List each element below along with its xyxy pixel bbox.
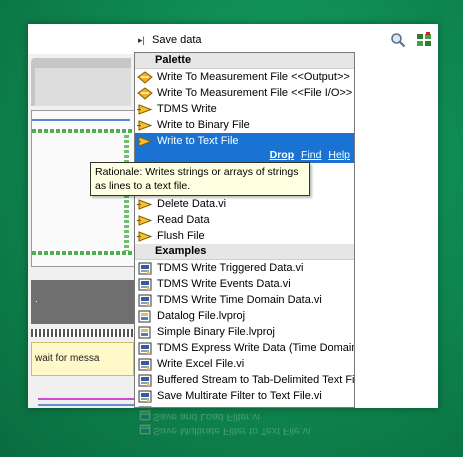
diagram-structure (31, 58, 131, 106)
list-item[interactable]: Read Data (135, 212, 354, 228)
list-item-label: Simple Binary File.lvproj (157, 326, 275, 338)
list-item[interactable]: Save Multirate Filter to Text File.vi (135, 388, 354, 404)
search-icon[interactable] (390, 32, 406, 48)
list-item[interactable]: Delete Data.vi (135, 196, 354, 212)
list-item[interactable]: Datalog File.lvproj (135, 308, 354, 324)
example-vi-icon (137, 410, 152, 423)
list-item-label: Datalog File.lvproj (157, 310, 246, 322)
dropdown-arrow-icon[interactable]: ▸| (138, 35, 150, 46)
diagram-comment: wait for messa (31, 342, 134, 376)
project-icon (137, 310, 153, 323)
list-item-label: Save and Load Filter.vi (157, 404, 269, 407)
list-item-label: TDMS Write (157, 103, 217, 115)
list-item[interactable]: TDMS Write (135, 101, 354, 117)
examples-list: TDMS Write Triggered Data.vi TDMS Write E… (135, 260, 354, 407)
list-item-label: Delete Data.vi (157, 198, 227, 210)
list-item[interactable]: TDMS Write Events Data.vi (135, 276, 354, 292)
palette-list: Write To Measurement File <<Output>> Writ… (135, 69, 354, 149)
vi-icon (137, 135, 153, 148)
search-input[interactable] (152, 34, 352, 46)
drop-link[interactable]: Drop (270, 149, 295, 161)
diagram-wire (38, 404, 134, 406)
vi-icon (137, 230, 153, 243)
express-vi-icon (137, 86, 153, 100)
list-item[interactable]: Simple Binary File.lvproj (135, 324, 354, 340)
help-link[interactable]: Help (328, 149, 350, 161)
list-item[interactable]: Write To Measurement File <<Output>> (135, 69, 354, 85)
diagram-wire (32, 251, 132, 255)
list-item-label: Write to Binary File (157, 119, 250, 131)
window-reflection: Save and Load Filter.vi Save Multirate Fi… (134, 410, 357, 457)
reflection-label: Save and Load Filter.vi (153, 411, 260, 423)
block-diagram-background: . wait for messa (28, 54, 134, 408)
example-vi-icon (137, 278, 153, 291)
diagram-wire (32, 119, 130, 121)
list-item-label: Write To Measurement File <<Output>> (157, 71, 350, 83)
diagram-wire (32, 129, 132, 133)
list-item-label: Write to Text File (157, 135, 239, 147)
section-header-palette: Palette (135, 53, 354, 69)
vi-icon (137, 119, 153, 132)
example-vi-icon (137, 262, 153, 275)
list-item-label: Save Multirate Filter to Text File.vi (157, 390, 322, 402)
example-vi-icon (137, 294, 153, 307)
diagram-dark-block: . (31, 280, 134, 324)
diagram-wire (38, 398, 134, 400)
list-item[interactable]: TDMS Write Time Domain Data.vi (135, 292, 354, 308)
rationale-tooltip: Rationale: Writes strings or arrays of s… (90, 162, 310, 196)
list-item[interactable]: Write Excel File.vi (135, 356, 354, 372)
project-icon (137, 326, 153, 339)
list-item-label: Write To Measurement File <<File I/O>> (157, 87, 353, 99)
list-item[interactable]: Save and Load Filter.vi (135, 404, 354, 407)
vi-icon (137, 103, 153, 116)
vi-icon (137, 214, 153, 227)
results-list: Palette Write To Measurement File <<Outp… (134, 52, 355, 408)
list-item[interactable]: Flush File (135, 228, 354, 244)
example-vi-icon (137, 342, 153, 355)
example-vi-icon (137, 374, 153, 387)
list-item[interactable]: TDMS Express Write Data (Time Domain).vi (135, 340, 354, 356)
list-item-label: TDMS Write Time Domain Data.vi (157, 294, 322, 306)
example-vi-icon (137, 390, 153, 403)
example-vi-icon (137, 406, 153, 407)
list-item-label: TDMS Write Triggered Data.vi (157, 262, 304, 274)
list-item-label: Buffered Stream to Tab-Delimited Text Fi… (157, 374, 354, 386)
reflection-row: Save Multirate Filter to Text File.vi (134, 424, 357, 438)
list-item[interactable]: Buffered Stream to Tab-Delimited Text Fi… (135, 372, 354, 388)
list-item-label: Flush File (157, 230, 205, 242)
palette-view-icon[interactable] (416, 32, 432, 48)
list-item[interactable]: Write To Measurement File <<File I/O>> (135, 85, 354, 101)
list-item[interactable]: Write to Binary File (135, 117, 354, 133)
vi-icon (137, 198, 153, 211)
selected-item-links: Drop Find Help (135, 149, 354, 163)
list-item[interactable]: TDMS Write Triggered Data.vi (135, 260, 354, 276)
list-item-label: TDMS Express Write Data (Time Domain).vi (157, 342, 354, 354)
quick-drop-window: . wait for messa ▸| Palette Write (28, 24, 438, 408)
example-vi-icon (137, 358, 153, 371)
section-header-examples: Examples (135, 244, 354, 260)
list-item-label: Write Excel File.vi (157, 358, 245, 370)
example-vi-icon (137, 424, 152, 437)
reflection-label: Save Multirate Filter to Text File.vi (153, 425, 311, 437)
list-item-label: TDMS Write Events Data.vi (157, 278, 291, 290)
reflection-row: Save and Load Filter.vi (134, 410, 357, 424)
list-item[interactable]: Write to Text File (135, 133, 354, 149)
diagram-hatch (31, 329, 134, 337)
list-item-label: Read Data (157, 214, 210, 226)
express-vi-icon (137, 70, 153, 84)
find-link[interactable]: Find (301, 149, 321, 161)
search-bar: ▸| (134, 30, 438, 50)
